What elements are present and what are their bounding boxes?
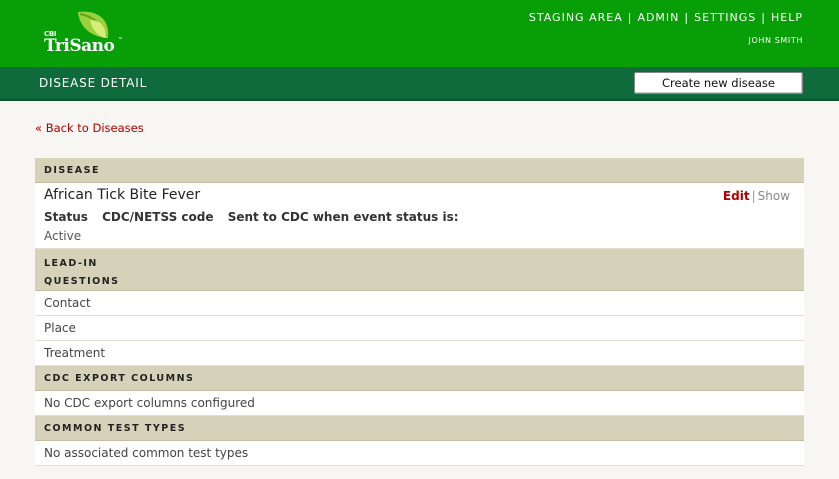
edit-link[interactable]: Edit <box>723 189 750 203</box>
nav-settings[interactable]: SETTINGS <box>694 11 756 24</box>
list-item-place: Place <box>35 316 804 341</box>
empty-message-test-types: No associated common test types <box>35 441 804 466</box>
empty-message-cdc-export: No CDC export columns configured <box>35 391 804 416</box>
disease-name: African Tick Bite Fever <box>44 187 201 203</box>
list-item-contact: Contact <box>35 291 804 316</box>
nav-separator: | <box>684 11 690 24</box>
section-header-common-test-types: COMMON TEST TYPES <box>35 416 804 441</box>
disease-panel: DISEASE African Tick Bite Fever Edit | Sho… <box>35 158 804 466</box>
nav-staging-area[interactable]: STAGING AREA <box>529 11 623 24</box>
nav-help[interactable]: HELP <box>771 11 803 24</box>
section-header-disease: DISEASE <box>35 158 804 183</box>
nav-separator: | <box>627 11 633 24</box>
section-header-line: LEAD-IN <box>44 258 98 269</box>
logo-name: TriSano <box>44 36 115 56</box>
disease-detail-box: African Tick Bite Fever Edit | Show Status… <box>35 183 804 249</box>
create-new-disease-button[interactable]: Create new disease <box>634 72 803 94</box>
column-status: Status <box>44 210 88 224</box>
nav-admin[interactable]: ADMIN <box>637 11 679 24</box>
top-nav: STAGING AREA | ADMIN | SETTINGS | HELP <box>529 11 803 24</box>
action-separator: | <box>751 189 756 203</box>
sub-header: DISEASE DETAIL Create new disease <box>0 67 839 101</box>
section-header-lead-in-questions: LEAD-IN QUESTIONS <box>35 249 804 291</box>
column-cdc-netss-code: CDC/NETSS code <box>102 210 214 224</box>
list-item-treatment: Treatment <box>35 341 804 366</box>
status-value: Active <box>44 229 82 243</box>
nav-separator: | <box>761 11 767 24</box>
top-header: CBI TriSano ™ STAGING AREA | ADMIN | SET… <box>0 0 839 67</box>
disease-column-headers: Status CDC/NETSS code Sent to CDC when e… <box>44 210 469 224</box>
show-link[interactable]: Show <box>758 189 790 203</box>
trisano-logo[interactable]: CBI TriSano ™ <box>42 10 132 58</box>
page-title: DISEASE DETAIL <box>39 76 148 90</box>
section-header-line: QUESTIONS <box>44 276 120 287</box>
section-header-cdc-export-columns: CDC EXPORT COLUMNS <box>35 366 804 391</box>
column-sent-to-cdc: Sent to CDC when event status is: <box>227 210 459 224</box>
back-to-diseases-link[interactable]: « Back to Diseases <box>35 121 144 135</box>
disease-actions: Edit | Show <box>723 189 790 203</box>
logo-trademark: ™ <box>118 37 123 43</box>
user-name: JOHN SMITH <box>748 36 803 45</box>
